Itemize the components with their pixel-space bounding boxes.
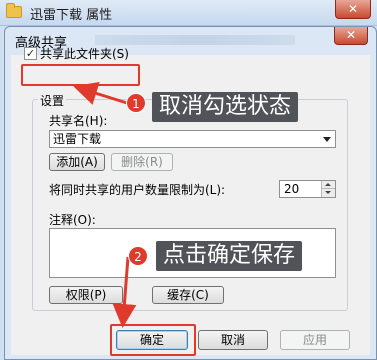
settings-legend: 设置	[38, 92, 67, 109]
spin-up-icon[interactable]	[321, 181, 335, 189]
share-name-label: 共享名(H):	[49, 114, 108, 128]
comment-label: 注释(O):	[49, 213, 96, 227]
checkbox-box[interactable]: ✓	[24, 46, 37, 60]
spin-down-icon[interactable]	[321, 189, 335, 197]
outer-close-button[interactable]: ✕	[335, 0, 371, 19]
outer-window-titlebar: 迅雷下载 属性 ✕	[0, 0, 377, 26]
user-limit-label: 将同时共享的用户数量限制为(L):	[49, 183, 226, 197]
share-name-select[interactable]: 迅雷下载	[49, 130, 336, 148]
annotation-2-callout: 点击确定保存	[156, 241, 303, 271]
cancel-button[interactable]: 取消	[198, 330, 268, 350]
share-folder-label: 共享此文件夹(S)	[40, 46, 129, 61]
share-name-value: 迅雷下载	[53, 132, 102, 146]
annotation-1-badge: 1	[126, 93, 146, 113]
highlight-ok-button	[110, 324, 196, 356]
remove-button[interactable]: 删除(R)	[111, 153, 173, 171]
add-button[interactable]: 添加(A)	[49, 153, 105, 171]
folder-icon	[6, 3, 22, 18]
chevron-down-icon[interactable]	[323, 137, 331, 142]
annotation-1-callout: 取消勾选状态	[152, 92, 299, 122]
share-folder-checkbox[interactable]: ✓ 共享此文件夹(S)	[24, 44, 129, 62]
caching-button[interactable]: 缓存(C)	[152, 286, 224, 304]
user-limit-spinner[interactable]: 20	[279, 180, 336, 198]
outer-window-title: 迅雷下载 属性	[30, 8, 113, 23]
permissions-button[interactable]: 权限(P)	[49, 286, 123, 304]
highlight-checkbox-box	[21, 64, 140, 86]
dialog-close-button[interactable]: ✕	[334, 27, 368, 45]
apply-button[interactable]: 应用	[280, 330, 350, 350]
annotation-2-badge: 2	[128, 246, 148, 266]
user-limit-value[interactable]: 20	[284, 182, 299, 196]
